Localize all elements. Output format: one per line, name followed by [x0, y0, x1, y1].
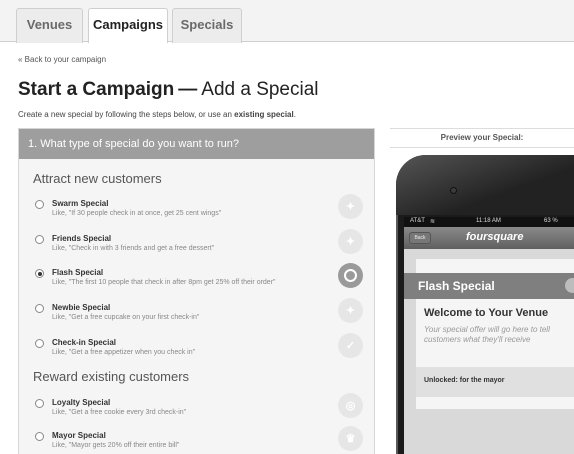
page-title-main: Start a Campaign	[18, 79, 175, 100]
intro-text: Create a new special by following the st…	[18, 110, 296, 119]
camera-icon	[450, 187, 457, 194]
wifi-icon: ≋	[430, 219, 436, 225]
option-name: Newbie Special	[52, 303, 111, 312]
swarm-icon: ✦	[338, 194, 363, 219]
friends-radio[interactable]	[35, 235, 44, 244]
unlock-footer: Unlocked: for the mayor	[416, 367, 574, 397]
status-bar: AT&T ≋ 11:18 AM 63 %	[404, 217, 574, 227]
preview-title: Preview your Special:	[390, 128, 574, 148]
title-dash: —	[178, 79, 198, 100]
flash-badge-icon	[565, 278, 574, 293]
tab-specials[interactable]: Specials	[172, 8, 242, 43]
option-desc: Like, "Get a free appetizer when you che…	[52, 349, 196, 356]
special-card: Flash Special Welcome to Your Venue Your…	[404, 259, 574, 409]
checkin-radio[interactable]	[35, 339, 44, 348]
option-friends-special[interactable]: Friends Special Like, "Check in with 3 f…	[33, 229, 363, 265]
section-title-reward: Reward existing customers	[33, 369, 190, 384]
special-card-header: Flash Special	[404, 273, 574, 299]
newbie-icon: ✦	[338, 298, 363, 323]
page-title-sub: Add a Special	[201, 79, 319, 100]
foursquare-logo: foursquare	[466, 231, 524, 243]
option-name: Friends Special	[52, 234, 112, 243]
flash-icon	[338, 263, 363, 288]
app-back-button: Back	[409, 232, 431, 244]
option-desc: Like, "Get a free cupcake on your first …	[52, 314, 200, 321]
option-desc: Like, "If 30 people check in at once, ge…	[52, 210, 222, 217]
intro-text-body: Create a new special by following the st…	[18, 110, 235, 119]
option-desc: Like, "Get a free cookie every 3rd check…	[52, 409, 187, 416]
question-header: 1. What type of special do you want to r…	[19, 129, 374, 159]
special-type-panel: 1. What type of special do you want to r…	[18, 128, 375, 454]
option-desc: Like, "Mayor gets 20% off their entire b…	[52, 442, 180, 449]
tab-bar: Venues Campaigns Specials	[0, 0, 574, 43]
page-title: Start a Campaign — Add a Special	[18, 79, 319, 101]
tab-venues[interactable]: Venues	[16, 8, 83, 43]
option-name: Check-in Special	[52, 338, 117, 347]
app-navbar: Back foursquare	[404, 227, 574, 249]
option-name: Mayor Special	[52, 431, 106, 440]
option-newbie-special[interactable]: Newbie Special Like, "Get a free cupcake…	[33, 298, 363, 334]
option-name: Loyalty Special	[52, 398, 111, 407]
flash-radio[interactable]	[35, 269, 44, 278]
carrier-label: AT&T	[410, 218, 425, 224]
venue-welcome: Welcome to Your Venue	[424, 307, 549, 319]
phone-screen: AT&T ≋ 11:18 AM 63 % Back foursquare Fla…	[404, 217, 574, 454]
unlock-text: Unlocked: for the mayor	[424, 377, 505, 384]
option-mayor-special[interactable]: Mayor Special Like, "Mayor gets 20% off …	[33, 426, 363, 454]
friends-icon: ✦	[338, 229, 363, 254]
intro-text-end: .	[293, 110, 296, 119]
newbie-radio[interactable]	[35, 304, 44, 313]
special-message: Your special offer will go here to tell …	[424, 325, 550, 344]
battery-label: 63 %	[544, 218, 558, 224]
mayor-crown-icon: ♛	[338, 426, 363, 451]
option-checkin-special[interactable]: Check-in Special Like, "Get a free appet…	[33, 333, 363, 369]
option-loyalty-special[interactable]: Loyalty Special Like, "Get a free cookie…	[33, 393, 363, 429]
loyalty-radio[interactable]	[35, 399, 44, 408]
special-name: Flash Special	[418, 279, 495, 293]
option-name: Swarm Special	[52, 199, 109, 208]
phone-bezel	[396, 155, 574, 215]
mayor-radio[interactable]	[35, 432, 44, 441]
option-swarm-special[interactable]: Swarm Special Like, "If 30 people check …	[33, 194, 363, 230]
checkin-icon: ✓	[338, 333, 363, 358]
option-name: Flash Special	[52, 268, 104, 277]
back-to-campaign-link[interactable]: « Back to your campaign	[18, 55, 106, 64]
loyalty-icon: ◎	[338, 393, 363, 418]
option-flash-special[interactable]: Flash Special Like, "The first 10 people…	[33, 263, 363, 299]
option-desc: Like, "Check in with 3 friends and get a…	[52, 245, 215, 252]
swarm-radio[interactable]	[35, 200, 44, 209]
section-title-attract: Attract new customers	[33, 171, 162, 186]
option-desc: Like, "The first 10 people that check in…	[52, 279, 276, 286]
clock: 11:18 AM	[476, 218, 501, 224]
phone-preview: AT&T ≋ 11:18 AM 63 % Back foursquare Fla…	[396, 155, 574, 454]
existing-special-link[interactable]: existing special	[234, 110, 294, 119]
tab-campaigns[interactable]: Campaigns	[88, 8, 168, 43]
